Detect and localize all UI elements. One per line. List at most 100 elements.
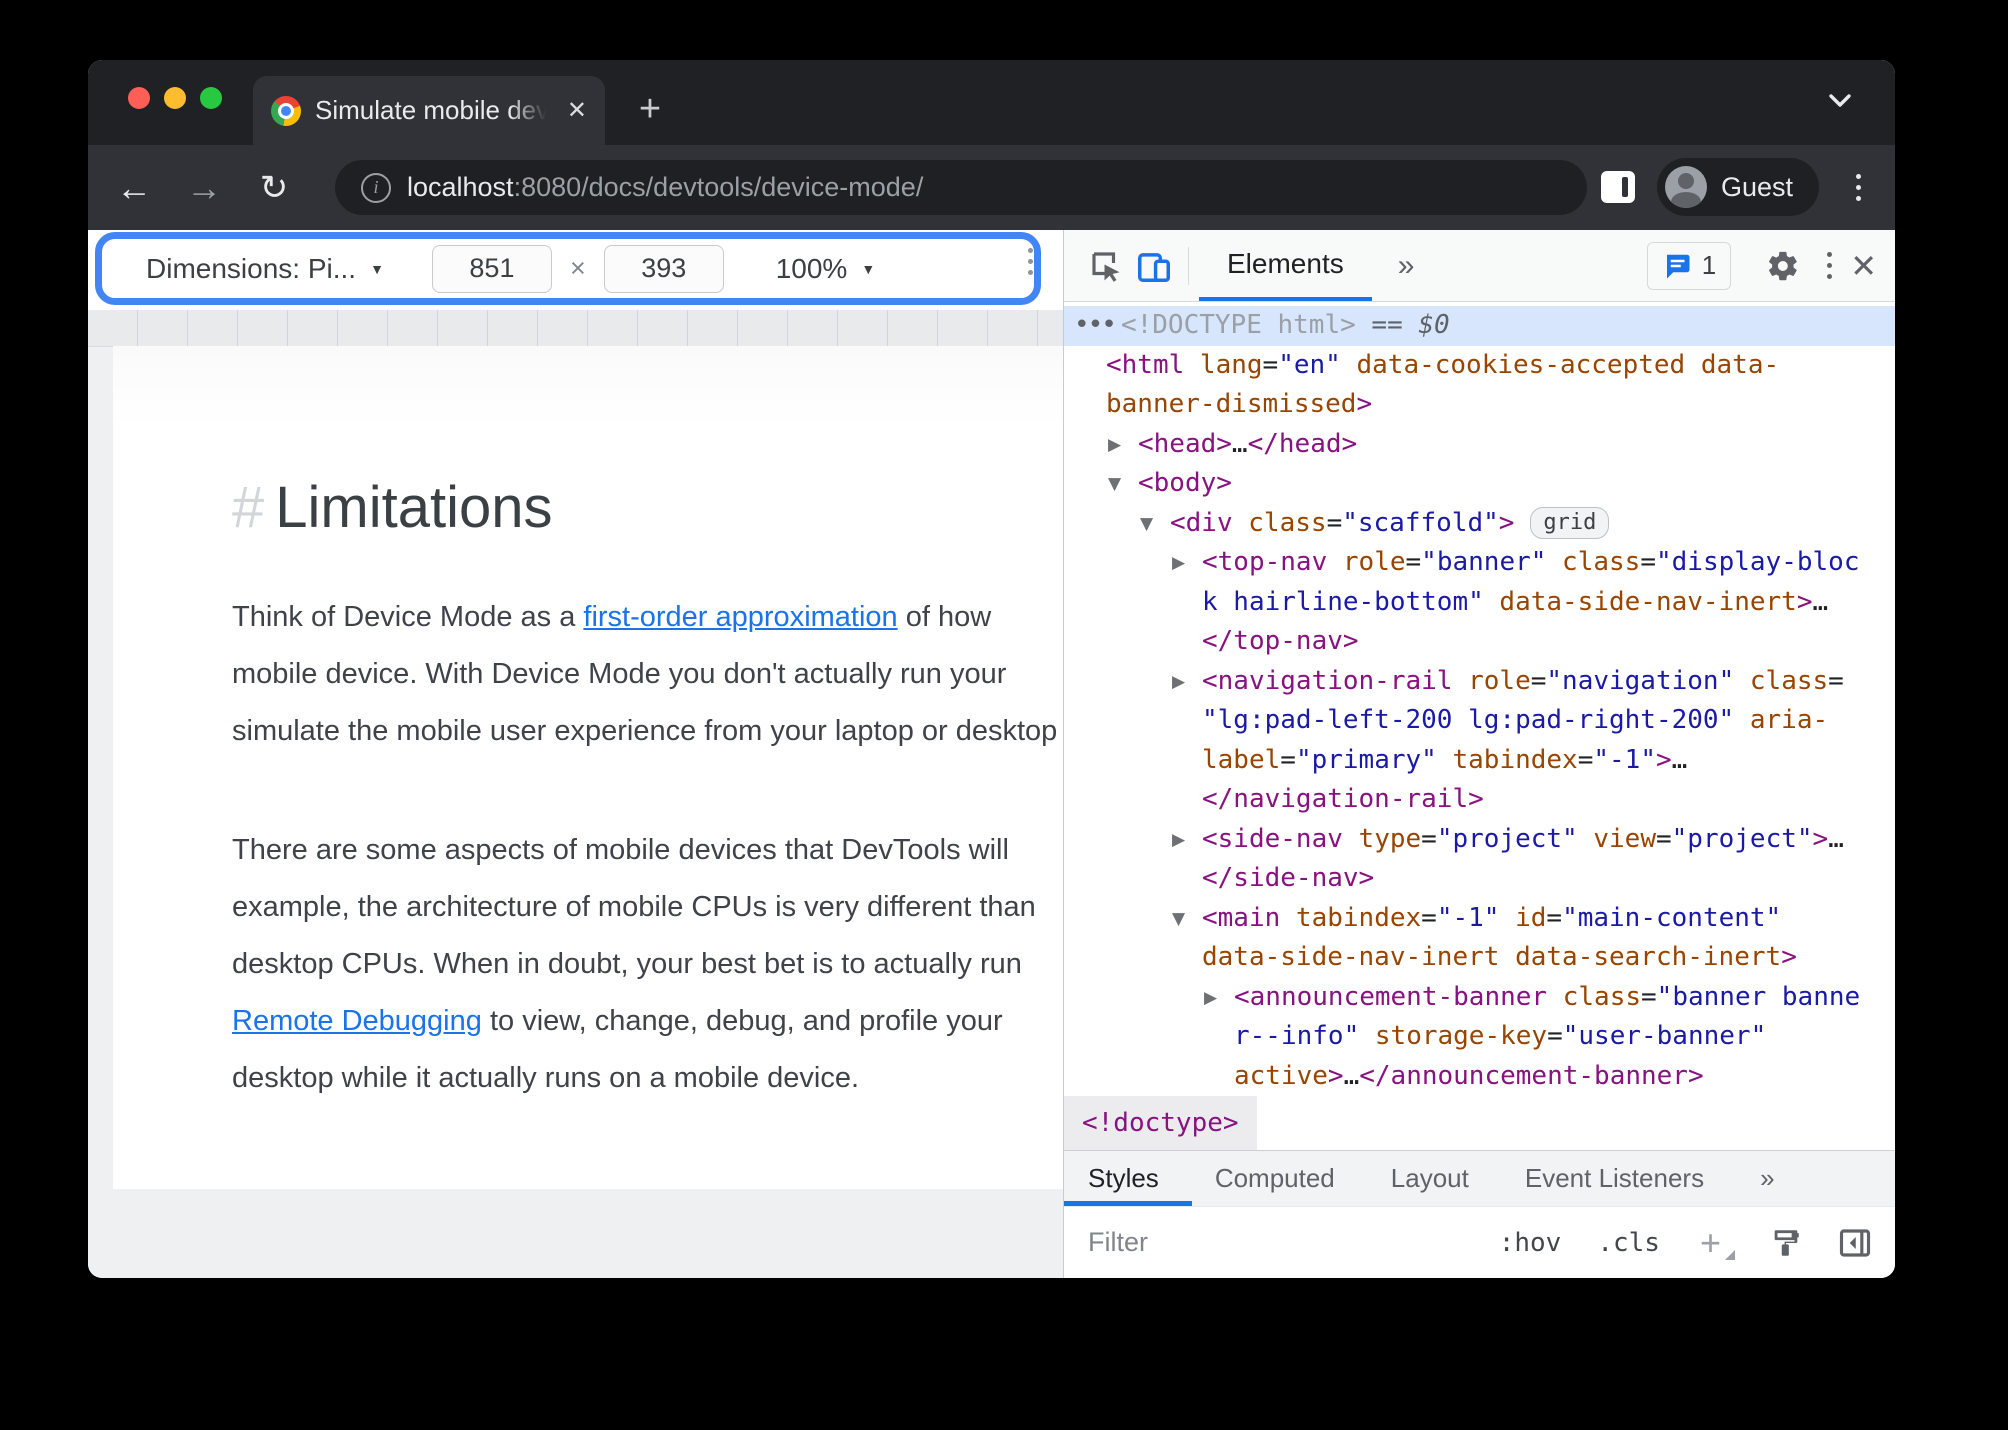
zoom-dropdown[interactable]: 100% [776, 253, 848, 285]
dom-tree-line[interactable]: "lg:pad-left-200 lg:pad-right-200" aria- [1064, 701, 1895, 741]
code-token: "main-content" [1562, 902, 1782, 933]
minimize-window-button[interactable] [164, 87, 186, 109]
site-info-icon[interactable]: i [361, 172, 391, 203]
console-messages-button[interactable]: 1 [1646, 241, 1732, 290]
rendering-emulation-icon[interactable] [1769, 1226, 1803, 1260]
back-button[interactable]: ← [106, 145, 162, 230]
collapse-arrow-icon[interactable]: ▼ [1140, 505, 1153, 545]
expand-arrow-icon[interactable]: ▶ [1204, 979, 1217, 1019]
sidebar-tab-layout[interactable]: Layout [1391, 1163, 1469, 1194]
styles-filter-input[interactable] [1086, 1216, 1463, 1269]
code-token: "project" [1436, 823, 1578, 854]
breadcrumb-doctype[interactable]: <!doctype> [1064, 1096, 1257, 1150]
more-panels-icon[interactable]: » [1398, 249, 1415, 283]
dom-tree-line[interactable]: ▼ <body> [1064, 464, 1895, 504]
zoom-caret-icon[interactable]: ▼ [861, 261, 875, 277]
page-paragraphs: Think of Device Mode as a first-order ap… [232, 589, 1063, 1107]
dom-tree-line[interactable]: active>…</announcement-banner> [1064, 1057, 1895, 1097]
reload-button[interactable]: ↻ [246, 145, 302, 230]
dom-tree-line[interactable]: </top-nav> [1064, 622, 1895, 662]
dom-tree-line[interactable]: label="primary" tabindex="-1">… [1064, 741, 1895, 781]
expand-arrow-icon[interactable]: ▶ [1172, 544, 1185, 584]
code-token: > [1796, 586, 1813, 617]
dom-tree-line[interactable]: data-side-nav-inert data-search-inert> [1064, 938, 1895, 978]
dom-tree: ••• <!DOCTYPE html> == $0 <html lang="en" … [1064, 302, 1895, 1096]
content-split: Dimensions: Pi... ▼ 851 × 393 100% ▼ # L… [88, 230, 1895, 1278]
dock-side-icon[interactable] [1837, 1225, 1873, 1261]
forward-button[interactable]: → [176, 145, 232, 230]
doc-link[interactable]: Remote Debugging [232, 1005, 482, 1037]
code-token: > [1656, 744, 1672, 775]
code-token: </announcement-banner> [1359, 1060, 1704, 1091]
dom-tree-line[interactable]: </navigation-rail> [1064, 780, 1895, 820]
device-mode-area: Dimensions: Pi... ▼ 851 × 393 100% ▼ # L… [88, 230, 1063, 1278]
dom-tree-line[interactable]: ▶ <head>…</head> [1064, 425, 1895, 465]
devtools-close-icon[interactable]: ✕ [1850, 247, 1877, 285]
text-line: Remote Debugging to view, change, debug,… [232, 993, 1063, 1050]
url-host: localhost [407, 172, 514, 202]
collapse-arrow-icon[interactable]: ▼ [1108, 465, 1121, 505]
code-token: class [1734, 665, 1829, 696]
settings-gear-icon[interactable] [1759, 242, 1807, 290]
toggle-classes-button[interactable]: .cls [1597, 1228, 1660, 1258]
devtools-menu-icon[interactable] [1827, 252, 1833, 279]
dom-tree-line[interactable]: ▶ <navigation-rail role="navigation" clas… [1064, 662, 1895, 702]
browser-menu-icon[interactable] [1856, 174, 1861, 201]
expand-arrow-icon[interactable]: ▶ [1108, 426, 1121, 466]
profile-button[interactable]: Guest [1656, 158, 1819, 216]
code-token: <div [1170, 507, 1249, 538]
dom-tree-line[interactable]: </side-nav> [1064, 859, 1895, 899]
tab-close-icon[interactable]: ✕ [567, 98, 587, 123]
dom-tree-line[interactable]: r--info" storage-key="user-banner" [1064, 1017, 1895, 1057]
zoom-window-button[interactable] [200, 87, 222, 109]
heading-text: Limitations [275, 475, 553, 540]
code-token: class [1248, 507, 1327, 538]
side-panel-icon[interactable] [1601, 171, 1635, 203]
dom-tree-line[interactable]: k hairline-bottom" data-side-nav-inert>… [1064, 583, 1895, 623]
viewport-width-input[interactable]: 851 [431, 244, 552, 293]
code-token: = [1405, 547, 1422, 577]
dimensions-caret-icon[interactable]: ▼ [370, 261, 384, 277]
close-window-button[interactable] [128, 87, 150, 109]
code-token: = [1640, 547, 1656, 577]
tab-elements[interactable]: Elements [1199, 230, 1372, 301]
sidebar-tab-[interactable]: » [1760, 1163, 1774, 1194]
new-tab-button[interactable]: + [623, 82, 677, 136]
sidebar-tab-styles[interactable]: Styles [1088, 1163, 1159, 1194]
toggle-hover-state-button[interactable]: :hov [1499, 1228, 1562, 1258]
dom-tree-line[interactable]: ▼ <main tabindex="-1" id="main-content" [1064, 899, 1895, 939]
viewport-height-input[interactable]: 393 [603, 244, 724, 293]
code-token: = [1530, 665, 1547, 696]
code-token: label [1202, 744, 1281, 775]
dimensions-dropdown[interactable]: Dimensions: Pi... [146, 253, 356, 285]
collapse-arrow-icon[interactable]: ▼ [1172, 900, 1185, 940]
sidebar-tab-computed[interactable]: Computed [1215, 1163, 1335, 1194]
expand-arrow-icon[interactable]: ▶ [1172, 821, 1185, 861]
dom-tree-line[interactable]: ▼ <div class="scaffold"> grid [1064, 504, 1895, 544]
dom-tree-line[interactable]: <html lang="en" data-cookies-accepted da… [1064, 346, 1895, 386]
doc-link[interactable]: first-order approximation [583, 601, 897, 633]
dom-tree-line[interactable]: ▶ <announcement-banner class="banner bann… [1064, 978, 1895, 1018]
browser-tab[interactable]: Simulate mobile devices with D ✕ [253, 76, 605, 145]
dom-tree-line[interactable]: banner-dismissed> [1064, 385, 1895, 425]
device-toolbar-menu-icon[interactable] [1028, 248, 1033, 275]
dom-tree-line[interactable]: ▶ <top-nav role="banner" class="display-b… [1064, 543, 1895, 583]
sidebar-tab-event-listeners[interactable]: Event Listeners [1525, 1163, 1704, 1194]
chevron-down-icon[interactable] [1825, 90, 1855, 110]
dom-tree-line-selected[interactable]: ••• <!DOCTYPE html> == $0 [1064, 306, 1895, 346]
address-bar[interactable]: i localhost:8080/docs/devtools/device-mo… [335, 160, 1587, 215]
dom-tree-line[interactable]: ▶ <side-nav type="project" view="project"… [1064, 820, 1895, 860]
device-toolbar-toggle-icon[interactable] [1130, 242, 1178, 290]
code-token: = [1262, 349, 1279, 380]
grid-badge[interactable]: grid [1530, 506, 1610, 539]
inspect-element-icon[interactable] [1082, 242, 1130, 290]
text-segment: example, the architecture of mobile CPUs… [232, 891, 1036, 923]
new-style-rule-button[interactable]: + [1700, 1222, 1736, 1264]
code-token: <announcement-banner [1234, 981, 1563, 1012]
heading-anchor-hash[interactable]: # [232, 474, 264, 541]
console-bubble-icon [1666, 254, 1690, 278]
expand-arrow-icon[interactable]: ▶ [1172, 663, 1185, 703]
code-token: … [1231, 428, 1248, 459]
code-token: r--info" [1234, 1021, 1360, 1051]
code-token: = [1280, 744, 1296, 775]
